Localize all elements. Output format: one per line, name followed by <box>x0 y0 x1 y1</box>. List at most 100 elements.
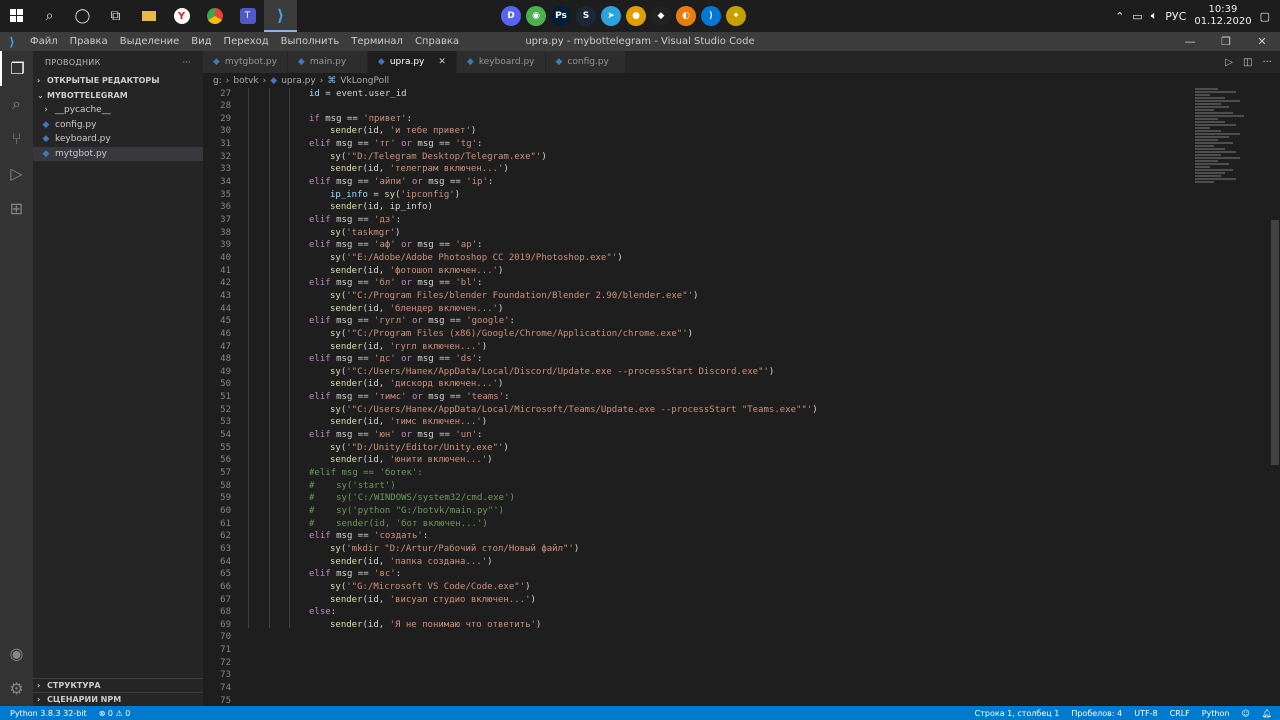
tab-main[interactable]: ◆ main.py <box>287 51 368 73</box>
code-line[interactable]: 55 sy('"D:/Unity/Editor/Unity.exe"') <box>203 442 1270 455</box>
search-icon[interactable]: ⌕ <box>33 0 66 32</box>
chrome-icon[interactable] <box>198 0 231 32</box>
encoding[interactable]: UTF-8 <box>1134 709 1157 718</box>
code-line[interactable]: 33 sender(id, 'телеграм включен...') <box>203 163 1270 176</box>
close-window-button[interactable]: ✕ <box>1244 32 1280 51</box>
cursor-position[interactable]: Строка 1, столбец 1 <box>975 709 1060 718</box>
code-line[interactable]: 71 <box>203 644 1270 657</box>
code-line[interactable]: 41 sender(id, 'фотошоп включен...') <box>203 265 1270 278</box>
vscode-app-icon[interactable]: ⟩ <box>701 6 721 26</box>
code-line[interactable]: 72 <box>203 657 1270 670</box>
tree-item-config[interactable]: ◆ config.py <box>33 118 203 133</box>
breadcrumb-folder[interactable]: botvk <box>233 76 258 86</box>
menu-edit[interactable]: Правка <box>64 36 114 47</box>
code-line[interactable]: 57 #elif msg == 'ботек': <box>203 467 1270 480</box>
code-line[interactable]: 59 # sy('C:/WINDOWS/system32/cmd.exe') <box>203 492 1270 505</box>
tab-mytgbot[interactable]: ◆ mytgbot.py <box>203 51 288 73</box>
minimap[interactable] <box>1195 88 1270 188</box>
gear-icon[interactable]: ⚙ <box>0 671 33 706</box>
discord-app-icon[interactable]: D <box>501 6 521 26</box>
code-line[interactable]: 49 sy('"C:/Users/Напек/AppData/Local/Disc… <box>203 366 1270 379</box>
code-line[interactable]: 65 elif msg == 'вс': <box>203 568 1270 581</box>
notifications-icon[interactable]: ▢ <box>1260 10 1270 23</box>
code-line[interactable]: 68 else: <box>203 606 1270 619</box>
project-folder[interactable]: ⌄ MYBOTTELEGRAM <box>33 88 203 103</box>
tab-config[interactable]: ◆ config.py <box>545 51 626 73</box>
code-line[interactable]: 47 sender(id, 'гугл включен...') <box>203 341 1270 354</box>
menu-selection[interactable]: Выделение <box>114 36 186 47</box>
code-line[interactable]: 40 sy('"E:/Adobe/Adobe Photoshop CC 2019/… <box>203 252 1270 265</box>
app-rainbow-app-icon[interactable]: ● <box>626 6 646 26</box>
problems-indicator[interactable]: ⊗ 0 ⚠ 0 <box>99 709 131 718</box>
cortana-icon[interactable]: ◯ <box>66 0 99 32</box>
breadcrumb-drive[interactable]: g: <box>213 76 222 86</box>
code-line[interactable]: 32 sy('"D:/Telegram Desktop/Telegram.exe"… <box>203 151 1270 164</box>
menu-go[interactable]: Переход <box>218 36 275 47</box>
task-view-icon[interactable]: ⧉ <box>99 0 132 32</box>
search-icon[interactable]: ⌕ <box>0 86 33 121</box>
volume-icon[interactable]: 🔈︎ <box>1151 9 1158 23</box>
code-line[interactable]: 44 sender(id, 'блендер включен...') <box>203 303 1270 316</box>
minimize-button[interactable]: — <box>1172 32 1208 51</box>
breadcrumb-file[interactable]: upra.py <box>281 76 316 86</box>
code-line[interactable]: 38 sy('taskmgr') <box>203 227 1270 240</box>
python-interpreter[interactable]: Python 3.8.3 32-bit <box>10 709 87 718</box>
code-line[interactable]: 36 sender(id, ip_info) <box>203 201 1270 214</box>
bell-icon[interactable]: 🔔︎ <box>1262 709 1272 718</box>
tree-item-pycache[interactable]: › __pycache__ <box>33 103 203 118</box>
chrome-app-icon[interactable]: ◉ <box>526 6 546 26</box>
windows-start-icon[interactable] <box>0 0 33 32</box>
code-line[interactable]: 29 if msg == 'привет': <box>203 113 1270 126</box>
code-editor[interactable]: 27 id = event.user_id 28 29 if msg == 'приве… <box>203 88 1270 706</box>
blender-app-icon[interactable]: ◐ <box>676 6 696 26</box>
code-line[interactable]: 66 sy('"G:/Microsoft VS Code/Code.exe"') <box>203 581 1270 594</box>
menu-view[interactable]: Вид <box>185 36 217 47</box>
code-line[interactable]: 48 elif msg == 'дс' or msg == 'ds': <box>203 353 1270 366</box>
menu-file[interactable]: Файл <box>24 36 64 47</box>
code-line[interactable]: 75 <box>203 695 1270 706</box>
teams-icon[interactable]: T <box>231 0 264 32</box>
vscode-taskbar-icon[interactable]: ⟩ <box>264 0 297 32</box>
csgo-app-icon[interactable]: ✦ <box>726 6 746 26</box>
network-icon[interactable]: ▭ <box>1132 10 1142 23</box>
language-indicator[interactable]: РУС <box>1165 10 1186 23</box>
code-line[interactable]: 51 elif msg == 'тимс' or msg == 'teams': <box>203 391 1270 404</box>
chevron-up-icon[interactable]: ⌃ <box>1115 10 1124 23</box>
steam-app-icon[interactable]: S <box>576 6 596 26</box>
code-line[interactable]: 70 <box>203 631 1270 644</box>
menu-help[interactable]: Справка <box>409 36 465 47</box>
yandex-browser-icon[interactable]: Y <box>165 0 198 32</box>
telegram-app-icon[interactable]: ➤ <box>601 6 621 26</box>
account-icon[interactable]: ◉ <box>0 636 33 671</box>
run-debug-icon[interactable]: ▷ <box>0 156 33 191</box>
menu-terminal[interactable]: Терминал <box>345 36 409 47</box>
npm-scripts-section[interactable]: › СЦЕНАРИИ NPM <box>33 692 203 706</box>
outline-section[interactable]: › СТРУКТУРА <box>33 678 203 692</box>
run-icon[interactable]: ▷ <box>1225 57 1233 68</box>
code-line[interactable]: 63 sy('mkdir "D:/Artur/Рабочий стол/Новый… <box>203 543 1270 556</box>
indentation[interactable]: Пробелов: 4 <box>1071 709 1122 718</box>
code-line[interactable]: 69 sender(id, 'Я не понимаю что ответить'… <box>203 619 1270 632</box>
code-line[interactable]: 34 elif msg == 'айпи' or msg == 'ip': <box>203 176 1270 189</box>
code-line[interactable]: 50 sender(id, 'дискорд включен...') <box>203 378 1270 391</box>
code-line[interactable]: 58 # sy('start') <box>203 480 1270 493</box>
code-line[interactable]: 73 <box>203 669 1270 682</box>
feedback-icon[interactable]: ☺ <box>1242 709 1250 718</box>
code-line[interactable]: 61 # sender(id, 'бот включен...') <box>203 518 1270 531</box>
code-line[interactable]: 67 sender(id, 'висуал студио включен...') <box>203 594 1270 607</box>
code-line[interactable]: 37 elif msg == 'дз': <box>203 214 1270 227</box>
line-ending[interactable]: CRLF <box>1170 709 1190 718</box>
code-line[interactable]: 64 sender(id, 'папка создана...') <box>203 556 1270 569</box>
code-line[interactable]: 53 sender(id, 'тимс включен...') <box>203 416 1270 429</box>
code-line[interactable]: 28 <box>203 100 1270 113</box>
code-line[interactable]: 42 elif msg == 'бл' or msg == 'bl': <box>203 277 1270 290</box>
split-editor-icon[interactable]: ◫ <box>1243 57 1252 68</box>
extensions-icon[interactable]: ⊞ <box>0 191 33 226</box>
code-line[interactable]: 45 elif msg == 'гугл' or msg == 'google': <box>203 315 1270 328</box>
code-line[interactable]: 27 id = event.user_id <box>203 88 1270 100</box>
source-control-icon[interactable]: ⑂ <box>0 121 33 156</box>
language-mode[interactable]: Python <box>1202 709 1230 718</box>
more-actions-icon[interactable]: ··· <box>182 58 191 67</box>
tree-item-mytgbot[interactable]: ◆ mytgbot.py <box>33 146 203 161</box>
photoshop-app-icon[interactable]: Ps <box>551 6 571 26</box>
